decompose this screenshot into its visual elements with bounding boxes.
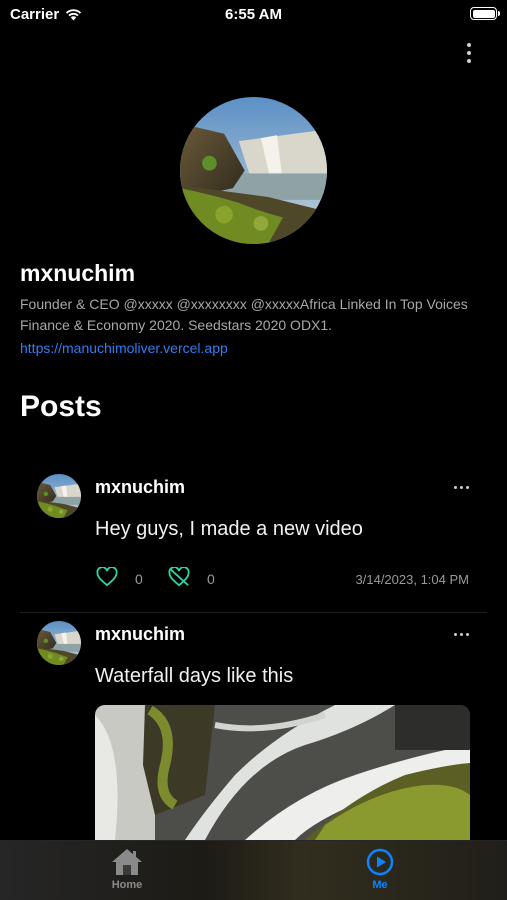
tab-bar: Home Me (0, 840, 507, 900)
profile-avatar[interactable] (180, 97, 327, 244)
heart-icon (96, 567, 118, 587)
like-count: 0 (135, 571, 143, 587)
tab-me-label: Me (372, 879, 388, 891)
post-more-icon[interactable] (454, 633, 469, 636)
like-button[interactable] (96, 567, 118, 587)
post-timestamp: 3/14/2023, 1:04 PM (355, 572, 469, 587)
status-bar: Carrier 6:55 AM (0, 0, 507, 30)
status-time: 6:55 AM (225, 6, 282, 23)
home-icon (112, 849, 142, 875)
post-divider (20, 612, 487, 613)
tab-home-label: Home (111, 879, 143, 891)
battery-icon (470, 7, 500, 20)
post-text: Hey guys, I made a new video (95, 518, 363, 540)
post-author[interactable]: mxnuchim (95, 624, 185, 645)
profile-website-link[interactable]: https://manuchimoliver.vercel.app (20, 340, 228, 356)
post-author-avatar[interactable] (37, 474, 81, 518)
profile-bio: Founder & CEO @xxxxx @xxxxxxxx @xxxxxAfr… (20, 296, 468, 333)
post-image[interactable] (95, 705, 470, 840)
post-more-icon[interactable] (454, 486, 469, 489)
post-text: Waterfall days like this (95, 665, 294, 687)
profile-name: mxnuchim (20, 260, 136, 286)
tab-me[interactable]: Me (320, 841, 440, 900)
tab-home[interactable]: Home (67, 841, 187, 900)
posts-heading: Posts (20, 390, 102, 423)
post-author-avatar[interactable] (37, 621, 81, 665)
more-options-icon[interactable] (461, 40, 477, 66)
dislike-button[interactable] (168, 567, 190, 587)
play-circle-icon (366, 848, 394, 876)
post-author[interactable]: mxnuchim (95, 477, 185, 498)
broken-heart-icon (168, 567, 190, 587)
dislike-count: 0 (207, 571, 215, 587)
